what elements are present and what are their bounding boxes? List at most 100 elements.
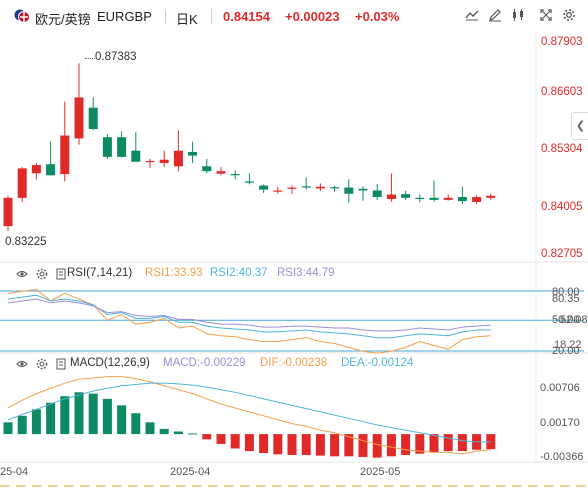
macd-histogram-bar [358,434,368,457]
x-tick: 2025-04 [170,466,211,478]
candle-body [330,187,340,189]
macd-tick: 0.00170 [540,417,580,429]
price-tick: 0.85304 [541,143,583,155]
candle-body [472,197,482,202]
candle-body [287,187,297,189]
candle-body [188,151,198,156]
rsi-line-1 [7,288,491,354]
macd-histogram-bar [74,392,84,435]
candle-body [244,181,254,183]
candle-body [117,137,127,157]
candle-body [358,188,368,191]
candle-body [273,190,283,192]
candle-body [486,195,496,198]
macd-histogram-bar [259,434,269,454]
high-price-dotted-leader [85,58,95,59]
macd-histogram-bar [46,402,56,435]
macd-histogram-bar [60,396,70,435]
candle-body [3,197,13,227]
rsi-tick: 52.08 [560,314,588,326]
eye-icon[interactable] [16,268,28,280]
price-tick: 0.82705 [541,248,583,260]
candle-body [259,185,269,190]
macd-histogram-bar [202,434,212,440]
candle-body [386,194,396,200]
candle-body [31,165,41,174]
eye-icon[interactable] [16,358,28,370]
candle-body [415,197,425,200]
macd-histogram-bar [287,434,297,455]
x-tick: 25-04 [0,466,29,478]
candle-body [230,174,240,176]
candle-body [60,135,70,175]
candle-body [216,171,226,174]
settings-icon[interactable] [36,268,48,280]
macd-histogram-bar [159,428,169,435]
candle-body [74,97,84,139]
macd-tick: -0.00366 [540,451,584,463]
candle-body [145,160,155,163]
candle-body [202,166,212,172]
macd-legend: MACD(12,26,9) MACD:-0.00229 DIF:-0.00238… [0,357,588,371]
rsi-tick: 80.35 [552,293,580,305]
indicator-info-icon[interactable] [55,268,67,280]
candlestick-chart[interactable] [0,0,588,488]
macd-histogram-bar [88,393,98,435]
rsi-legend: RSI(7,14,21) RSI1:33.93 RSI2:40.37 RSI3:… [0,267,588,281]
macd-histogram-bar [230,434,240,449]
candle-body [401,194,411,198]
collapse-sidebar-button[interactable]: ❮ [571,112,588,140]
candle-body [173,150,183,167]
macd-histogram-bar [216,434,226,444]
macd-histogram-bar [386,434,396,457]
macd-histogram-bar [31,409,41,435]
dif-value: DIF:-0.00238 [260,357,328,369]
macd-histogram-bar [301,434,311,455]
candle-body [372,190,382,198]
high-price-label: 0.87383 [95,51,137,63]
rsi3-value: RSI3:44.79 [277,267,335,279]
macd-histogram-bar [330,434,340,457]
rsi-tick: 20.00 [552,345,580,357]
macd-histogram-bar [117,405,127,435]
macd-histogram-bar [244,434,254,452]
macd-histogram-bar [443,434,453,452]
macd-histogram-bar [315,434,325,456]
candle-body [102,137,112,157]
macd-title: MACD(12,26,9) [70,357,150,369]
candle-body [344,187,354,194]
rsi-title: RSI(7,14,21) [67,267,133,279]
rsi-line-3 [7,298,491,332]
candle-body [301,186,311,188]
price-tick: 0.87903 [541,36,583,48]
candle-body [88,107,98,129]
candle-body [131,150,141,162]
macd-histogram-bar [17,415,27,435]
macd-histogram-bar [273,434,283,455]
macd-histogram-bar [457,434,467,452]
indicator-info-icon[interactable] [55,358,67,370]
macd-histogram-bar [131,413,141,435]
candle-body [159,159,169,164]
price-tick: 0.86603 [541,86,583,98]
macd-tick: 0.00706 [540,382,580,394]
chart-stage: 欧元/英镑 EURGBP 日K 0.84154 +0.00023 +0.03% … [0,0,588,488]
macd-value: MACD:-0.00229 [163,357,246,369]
macd-histogram-bar [173,431,183,435]
macd-histogram-bar [3,422,13,435]
candle-body [315,186,325,189]
price-tick: 0.84005 [541,201,583,213]
macd-histogram-bar [188,433,198,435]
dea-value: DEA:-0.00124 [341,357,414,369]
rsi2-value: RSI2:40.37 [210,267,268,279]
rsi-line-2 [7,294,491,339]
settings-icon[interactable] [36,358,48,370]
candle-body [443,197,453,200]
candle-body [17,168,27,198]
macd-histogram-bar [401,434,411,455]
candle-body [457,197,467,202]
x-tick: 2025-05 [360,466,401,478]
macd-histogram-bar [145,422,155,435]
macd-histogram-bar [372,434,382,458]
low-price-label: 0.83225 [5,236,47,248]
